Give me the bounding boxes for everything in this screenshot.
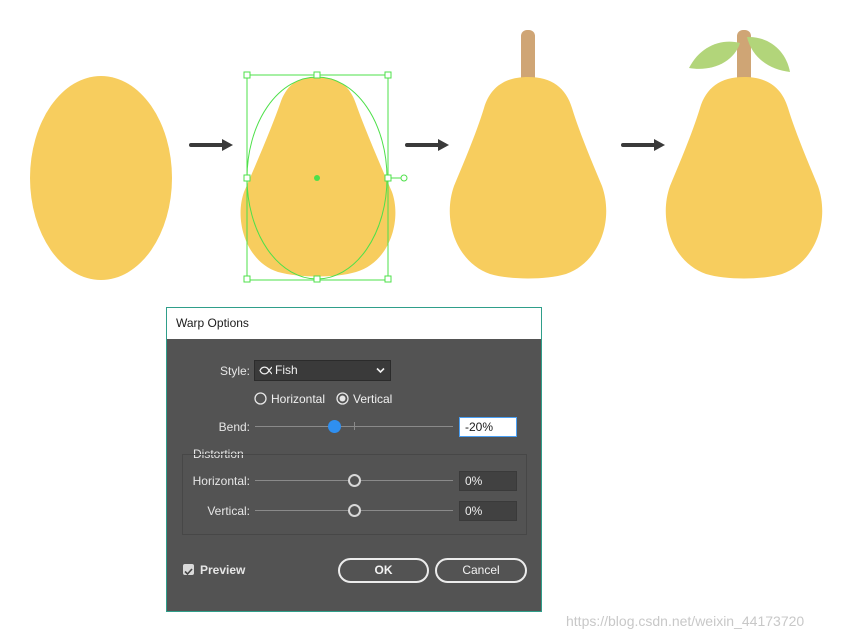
right-arrow-icon <box>405 139 449 151</box>
vertical-radio-label[interactable]: Vertical <box>353 391 392 407</box>
pear-illustration <box>30 30 823 283</box>
cancel-button[interactable]: Cancel <box>435 558 527 583</box>
horizontal-value-field[interactable]: 0% <box>459 471 517 491</box>
vertical-radio[interactable] <box>336 392 349 405</box>
dialog-title: Warp Options <box>167 308 541 339</box>
distortion-group <box>182 454 527 535</box>
left-leaf <box>689 41 740 69</box>
ok-button[interactable]: OK <box>338 558 429 583</box>
yellow-ellipse <box>30 76 172 280</box>
distortion-vertical-label: Vertical: <box>207 504 250 518</box>
checkmark-icon <box>184 568 193 576</box>
style-value: Fish <box>275 363 298 377</box>
horizontal-radio-label[interactable]: Horizontal <box>271 391 325 407</box>
preview-checkbox[interactable] <box>183 564 194 576</box>
fish-icon <box>259 366 272 375</box>
warp-options-dialog: Warp Options Style: Fish Horizontal Vert… <box>166 307 542 612</box>
vertical-value-field[interactable]: 0% <box>459 501 517 521</box>
horizontal-radio[interactable] <box>254 392 267 405</box>
preview-label[interactable]: Preview <box>200 562 245 578</box>
bend-label: Bend: <box>218 420 250 434</box>
style-label: Style: <box>219 364 250 378</box>
chevron-down-icon <box>376 367 385 374</box>
style-dropdown[interactable]: Fish <box>254 360 391 381</box>
vertical-slider-knob[interactable] <box>348 504 361 517</box>
watermark-text: https://blog.csdn.net/weixin_44173720 <box>566 613 805 629</box>
right-arrow-icon <box>189 139 233 151</box>
right-leaf <box>747 36 790 72</box>
right-arrow-icon <box>621 139 665 151</box>
bend-center-tick <box>354 422 355 430</box>
bend-value-field[interactable]: -20% <box>459 417 517 437</box>
bend-slider-knob[interactable] <box>328 420 341 433</box>
horizontal-slider-knob[interactable] <box>348 474 361 487</box>
distortion-horizontal-label: Horizontal: <box>192 474 250 488</box>
pear-with-leaves <box>665 30 823 279</box>
pear-with-stem <box>449 30 607 279</box>
